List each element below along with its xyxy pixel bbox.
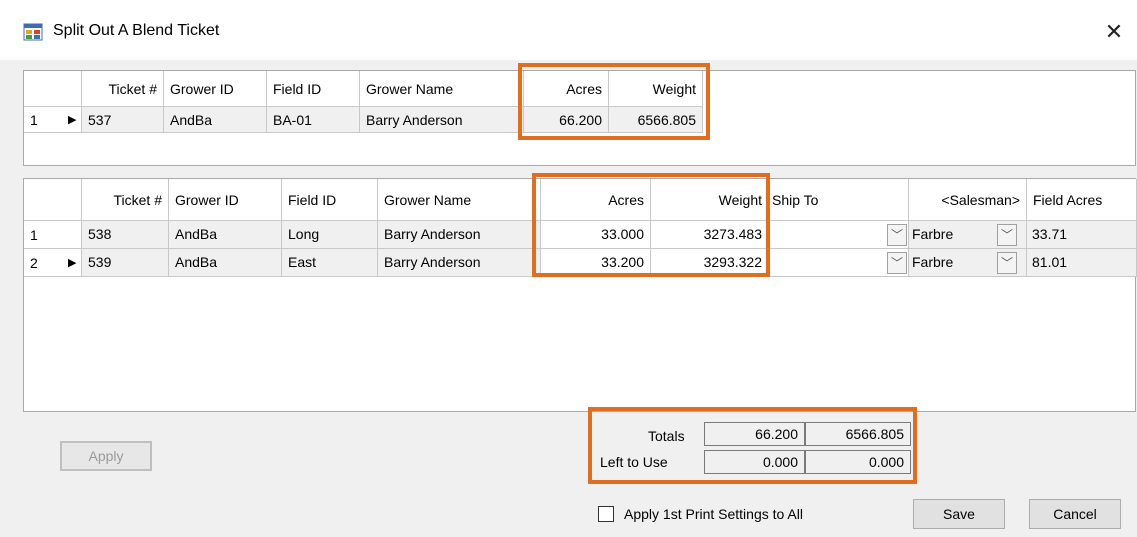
apply-print-settings-label[interactable]: Apply 1st Print Settings to All xyxy=(624,506,803,522)
column-header-ticket[interactable]: Ticket # xyxy=(82,179,169,221)
row-header[interactable]: 1 ▶ xyxy=(24,107,82,133)
current-row-arrow-icon: ▶ xyxy=(68,257,77,269)
cell-grower-id[interactable]: AndBa xyxy=(164,107,267,133)
row-header-corner xyxy=(24,179,82,221)
salesman-dropdown-chevron-down-icon[interactable]: ﹀ xyxy=(997,252,1017,274)
cell-field-acres[interactable]: 81.01 xyxy=(1027,249,1137,277)
row-header-corner xyxy=(24,71,82,107)
total-acres-value: 66.200 xyxy=(704,422,805,446)
column-header-ship-to[interactable]: Ship To xyxy=(769,179,909,221)
row-number: 1 xyxy=(30,227,38,243)
row-number: 1 xyxy=(30,112,38,128)
left-weight-value: 0.000 xyxy=(805,450,911,474)
acres-weight-highlight-box xyxy=(518,63,710,140)
cell-ticket[interactable]: 538 xyxy=(82,221,169,249)
close-icon[interactable]: ✕ xyxy=(1091,14,1137,50)
cell-grower-name[interactable]: Barry Anderson xyxy=(378,249,541,277)
current-row-arrow-icon: ▶ xyxy=(68,114,77,126)
row-header[interactable]: 2 ▶ xyxy=(24,249,82,277)
cell-grower-id[interactable]: AndBa xyxy=(169,221,282,249)
split-acres-weight-highlight-box xyxy=(532,173,770,277)
cell-grower-name[interactable]: Barry Anderson xyxy=(378,221,541,249)
window-title: Split Out A Blend Ticket xyxy=(53,22,220,39)
left-acres-value: 0.000 xyxy=(704,450,805,474)
apply-button[interactable]: Apply xyxy=(60,441,152,471)
row-header[interactable]: 1 xyxy=(24,221,82,249)
title-bar: Split Out A Blend Ticket ✕ xyxy=(0,0,1137,60)
row-number: 2 xyxy=(30,255,38,271)
split-blend-ticket-dialog: Split Out A Blend Ticket ✕ Ticket # Grow… xyxy=(0,0,1137,537)
app-window-icon xyxy=(23,23,43,41)
save-button[interactable]: Save xyxy=(913,499,1005,529)
cell-field-acres[interactable]: 33.71 xyxy=(1027,221,1137,249)
salesman-dropdown-chevron-down-icon[interactable]: ﹀ xyxy=(997,224,1017,246)
cell-grower-name[interactable]: Barry Anderson xyxy=(360,107,524,133)
cell-field-id[interactable]: East xyxy=(282,249,378,277)
column-header-salesman[interactable]: <Salesman> xyxy=(909,179,1027,221)
column-header-grower-id[interactable]: Grower ID xyxy=(164,71,267,107)
column-header-field-acres[interactable]: Field Acres xyxy=(1027,179,1137,221)
ship-to-dropdown-chevron-down-icon[interactable]: ﹀ xyxy=(887,252,907,274)
totals-panel: Totals Left to Use 66.200 6566.805 0.000… xyxy=(593,412,916,484)
cell-field-id[interactable]: Long xyxy=(282,221,378,249)
column-header-grower-name[interactable]: Grower Name xyxy=(378,179,541,221)
cell-ticket[interactable]: 537 xyxy=(82,107,164,133)
totals-label: Totals xyxy=(648,428,685,444)
cancel-button[interactable]: Cancel xyxy=(1029,499,1121,529)
ship-to-dropdown-chevron-down-icon[interactable]: ﹀ xyxy=(887,224,907,246)
apply-print-settings-checkbox[interactable] xyxy=(598,506,614,522)
column-header-field-id[interactable]: Field ID xyxy=(282,179,378,221)
cell-grower-id[interactable]: AndBa xyxy=(169,249,282,277)
left-to-use-label: Left to Use xyxy=(600,454,668,470)
cell-ticket[interactable]: 539 xyxy=(82,249,169,277)
column-header-ticket[interactable]: Ticket # xyxy=(82,71,164,107)
column-header-field-id[interactable]: Field ID xyxy=(267,71,360,107)
column-header-grower-id[interactable]: Grower ID xyxy=(169,179,282,221)
total-weight-value: 6566.805 xyxy=(805,422,911,446)
cell-field-id[interactable]: BA-01 xyxy=(267,107,360,133)
column-header-grower-name[interactable]: Grower Name xyxy=(360,71,524,107)
